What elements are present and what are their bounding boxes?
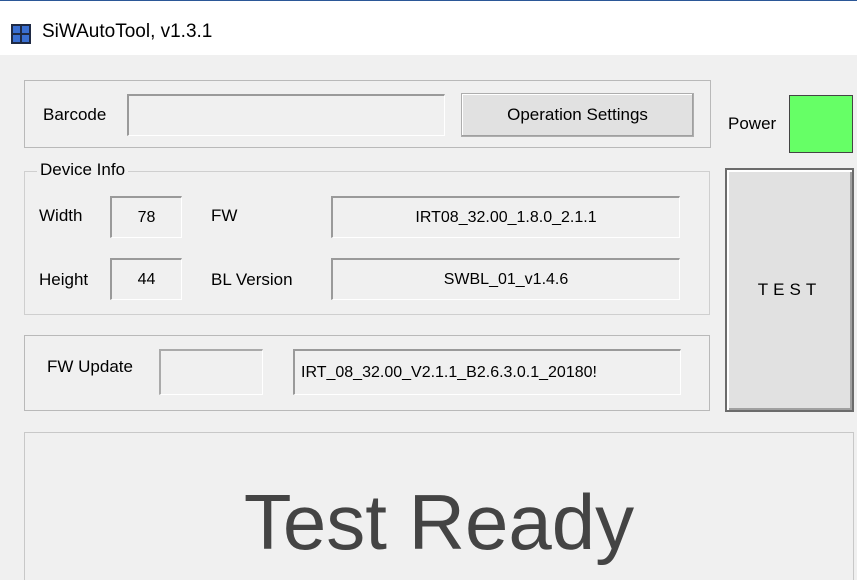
test-button[interactable]: TEST — [725, 168, 854, 412]
power-indicator — [789, 95, 853, 153]
title-bar: SiWAutoTool, v1.3.1 — [0, 0, 857, 55]
status-text: Test Ready — [243, 478, 635, 566]
operation-settings-button[interactable]: Operation Settings — [461, 93, 694, 137]
app-icon — [11, 24, 31, 44]
fw-update-status — [159, 349, 263, 395]
window-title: SiWAutoTool, v1.3.1 — [42, 21, 213, 42]
status-panel: Test Ready — [24, 432, 854, 580]
barcode-panel: Barcode Operation Settings — [24, 80, 711, 148]
app-window: SiWAutoTool, v1.3.1 Barcode Operation Se… — [0, 0, 857, 580]
device-info-group: Device Info Width 78 FW IRT08_32.00_1.8.… — [24, 160, 710, 315]
power-label: Power — [728, 114, 777, 133]
fw-update-label: FW Update — [47, 357, 133, 376]
fw-label: FW — [211, 206, 238, 225]
fw-update-panel: FW Update IRT_08_32.00_V2.1.1_B2.6.3.0.1… — [24, 335, 710, 411]
bl-version-label: BL Version — [211, 270, 293, 289]
barcode-input[interactable] — [127, 94, 445, 136]
barcode-label: Barcode — [43, 105, 107, 124]
fw-update-file-input[interactable]: IRT_08_32.00_V2.1.1_B2.6.3.0.1_20180! — [293, 349, 681, 395]
width-label: Width — [39, 206, 83, 225]
height-label: Height — [39, 270, 89, 289]
width-value: 78 — [110, 196, 182, 238]
fw-value: IRT08_32.00_1.8.0_2.1.1 — [331, 196, 680, 238]
bl-version-value: SWBL_01_v1.4.6 — [331, 258, 680, 300]
device-info-legend: Device Info — [37, 160, 129, 180]
height-value: 44 — [110, 258, 182, 300]
